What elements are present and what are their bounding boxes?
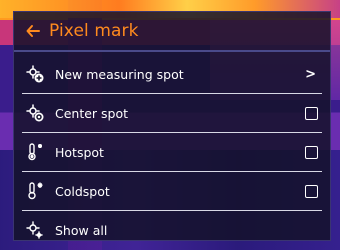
menu-header: Pixel mark bbox=[14, 12, 330, 52]
divider bbox=[22, 210, 322, 211]
crosshair-multi-icon bbox=[25, 220, 45, 240]
thermometer-hot-icon bbox=[25, 142, 45, 162]
menu-item-label: Coldspot bbox=[55, 183, 110, 199]
pixel-mark-menu-panel: Pixel mark New measuring spot > Center s… bbox=[13, 11, 331, 241]
chevron-right-icon: > bbox=[305, 66, 316, 82]
divider bbox=[22, 132, 322, 133]
divider bbox=[22, 171, 322, 172]
divider bbox=[22, 93, 322, 94]
crosshair-center-icon bbox=[25, 103, 45, 123]
hotspot-checkbox[interactable] bbox=[305, 145, 318, 159]
coldspot-checkbox[interactable] bbox=[305, 184, 318, 198]
menu-item-label: New measuring spot bbox=[55, 66, 184, 82]
menu-item-label: Show all bbox=[55, 222, 108, 238]
crosshair-plus-icon bbox=[25, 64, 45, 84]
back-button[interactable] bbox=[25, 23, 41, 39]
menu-item-hotspot[interactable]: Hotspot bbox=[14, 134, 330, 170]
thermometer-cold-icon bbox=[25, 181, 45, 201]
menu-item-coldspot[interactable]: Coldspot bbox=[14, 173, 330, 209]
center-spot-checkbox[interactable] bbox=[305, 106, 318, 120]
menu-item-label: Hotspot bbox=[55, 144, 104, 160]
menu-item-label: Center spot bbox=[55, 105, 129, 121]
page-title: Pixel mark bbox=[49, 21, 139, 41]
arrow-left-icon bbox=[26, 25, 40, 37]
menu-item-center-spot[interactable]: Center spot bbox=[14, 95, 330, 131]
menu-item-show-all[interactable]: Show all bbox=[14, 212, 330, 248]
menu-item-new-measuring-spot[interactable]: New measuring spot > bbox=[14, 56, 330, 92]
